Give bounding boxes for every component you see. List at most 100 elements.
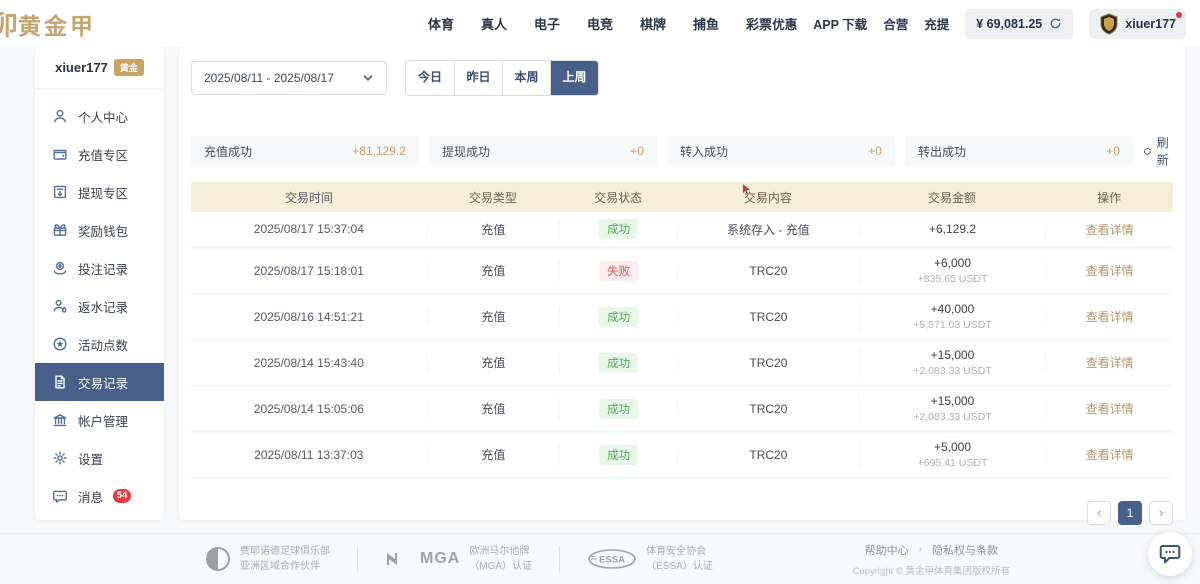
view-details-link[interactable]: 查看详情 xyxy=(1086,448,1134,462)
sidebar-item-reward-wallet[interactable]: 奖励钱包 xyxy=(35,211,164,249)
view-details-link[interactable]: 查看详情 xyxy=(1086,310,1134,324)
view-details-link[interactable]: 查看详情 xyxy=(1086,223,1134,237)
cell-type: 充值 xyxy=(427,221,560,238)
cell-amount: +15,000+2,083.33 USDT xyxy=(859,394,1046,423)
stat-label: 转出成功 xyxy=(918,143,966,160)
page-1-button[interactable]: 1 xyxy=(1118,501,1142,525)
sidebar-item-label: 活动点数 xyxy=(78,335,128,354)
prev-page-button[interactable]: ‹ xyxy=(1087,501,1111,525)
stat-label: 充值成功 xyxy=(204,143,252,160)
cell-amount: +6,129.2 xyxy=(859,222,1046,236)
cell-content: TRC20 xyxy=(677,356,859,370)
status-badge: 成功 xyxy=(599,445,638,465)
nav-lottery[interactable]: 彩票 xyxy=(746,14,772,33)
sidebar-item-deposit[interactable]: 充值专区 xyxy=(35,135,164,173)
link-deposit-withdraw[interactable]: 充提 xyxy=(924,14,949,33)
table-header: 交易时间 交易类型 交易状态 交易内容 交易金额 操作 xyxy=(191,182,1173,212)
main-panel: 2025/08/11 - 2025/08/17 今日 昨日 本周 上周 充值成功… xyxy=(179,47,1185,520)
sidebar-item-withdraw[interactable]: 提现专区 xyxy=(35,173,164,211)
customer-service-button[interactable] xyxy=(1148,532,1192,576)
privacy-terms-link[interactable]: 隐私权与条款 xyxy=(932,542,998,558)
stat-value: +0 xyxy=(868,144,882,158)
cell-time: 2025/08/14 15:43:40 xyxy=(191,356,427,370)
bet-record-icon xyxy=(52,260,68,276)
link-promos[interactable]: 优惠 xyxy=(772,14,797,33)
gift-icon xyxy=(52,222,68,238)
tab-this-week[interactable]: 本周 xyxy=(502,61,550,95)
cell-amount: +6,000+835.65 USDT xyxy=(859,256,1046,285)
cell-action: 查看详情 xyxy=(1045,308,1173,325)
document-icon xyxy=(52,374,68,390)
sidebar-username: xiuer177 xyxy=(55,60,108,75)
view-details-link[interactable]: 查看详情 xyxy=(1086,264,1134,278)
feyenoord-logo-icon xyxy=(205,546,231,572)
nav-live[interactable]: 真人 xyxy=(481,14,507,33)
sidebar-item-settings[interactable]: 设置 xyxy=(35,439,164,477)
refresh-label: 刷新 xyxy=(1157,134,1173,168)
cert-feyenoord: 费耶诺德足球俱乐部 亚洲区域合作伙伴 xyxy=(205,544,330,574)
col-action: 操作 xyxy=(1045,189,1173,206)
help-center-link[interactable]: 帮助中心 xyxy=(865,542,909,558)
link-separator: › xyxy=(919,544,922,555)
nav-fishing[interactable]: 捕鱼 xyxy=(693,14,719,33)
sidebar-item-account-management[interactable]: 帐户管理 xyxy=(35,401,164,439)
topbar-right: 优惠 APP 下载 合营 充提 ¥ 69,081.25 xiuer177 xyxy=(772,9,1186,39)
site-logo[interactable]: 卯 黄金甲 xyxy=(0,4,180,43)
username: xiuer177 xyxy=(1125,17,1176,31)
chat-bubble-icon xyxy=(1158,542,1182,566)
tab-today[interactable]: 今日 xyxy=(406,61,454,95)
nav-cards[interactable]: 棋牌 xyxy=(640,14,666,33)
cell-action: 查看详情 xyxy=(1045,400,1173,417)
table-row: 2025/08/11 13:37:03 充值 成功 TRC20 +5,000+6… xyxy=(191,433,1173,479)
message-count-badge: 54 xyxy=(113,489,131,503)
divider xyxy=(559,546,560,572)
sidebar-item-activity-points[interactable]: 活动点数 xyxy=(35,325,164,363)
sidebar-item-rebate-records[interactable]: 返水记录 xyxy=(35,287,164,325)
col-content: 交易内容 xyxy=(677,189,859,206)
cell-content: TRC20 xyxy=(677,402,859,416)
nav-slots[interactable]: 电子 xyxy=(534,14,560,33)
tab-yesterday[interactable]: 昨日 xyxy=(454,61,502,95)
wallet-icon xyxy=(52,146,68,162)
status-badge: 成功 xyxy=(599,399,638,419)
refresh-icon[interactable] xyxy=(1049,17,1062,30)
vip-level-badge: 黄金 xyxy=(114,59,144,76)
nav-esports[interactable]: 电竞 xyxy=(587,14,613,33)
sidebar-item-label: 充值专区 xyxy=(78,145,128,164)
balance-display[interactable]: ¥ 69,081.25 xyxy=(965,9,1073,39)
sidebar-item-bet-records[interactable]: 投注记录 xyxy=(35,249,164,287)
link-affiliate[interactable]: 合营 xyxy=(883,14,908,33)
cell-amount: +15,000+2,083.33 USDT xyxy=(859,348,1046,377)
sidebar-item-personal-center[interactable]: 个人中心 xyxy=(35,97,164,135)
sidebar-item-messages[interactable]: 消息 54 xyxy=(35,477,164,515)
date-range-select[interactable]: 2025/08/11 - 2025/08/17 xyxy=(191,61,387,95)
link-app-download[interactable]: APP 下载 xyxy=(813,14,867,33)
next-page-button[interactable]: › xyxy=(1149,501,1173,525)
cell-content: TRC20 xyxy=(677,264,859,278)
nav-sports[interactable]: 体育 xyxy=(428,14,454,33)
refresh-button[interactable]: 刷新 xyxy=(1143,134,1173,168)
view-details-link[interactable]: 查看详情 xyxy=(1086,402,1134,416)
view-details-link[interactable]: 查看详情 xyxy=(1086,356,1134,370)
balance-amount: ¥ 69,081.25 xyxy=(976,17,1042,31)
cell-content: TRC20 xyxy=(677,310,859,324)
tab-last-week[interactable]: 上周 xyxy=(550,61,598,95)
person-icon xyxy=(52,108,68,124)
mga-logo-icon xyxy=(385,550,407,568)
sidebar-item-label: 个人中心 xyxy=(78,107,128,126)
cell-amount: +5,000+695.41 USDT xyxy=(859,440,1046,469)
shield-avatar-icon xyxy=(1099,13,1119,35)
col-amount: 交易金额 xyxy=(859,189,1046,206)
user-menu[interactable]: xiuer177 xyxy=(1089,9,1186,39)
sidebar-item-transaction-records[interactable]: 交易记录 xyxy=(35,363,164,401)
cert-text: 欧洲马尔他牌 （MGA）认证 xyxy=(469,544,532,574)
top-bar: 卯 黄金甲 体育 真人 电子 电竞 棋牌 捕鱼 彩票 优惠 APP 下载 合营 … xyxy=(0,0,1200,47)
cell-action: 查看详情 xyxy=(1045,221,1173,238)
notification-dot xyxy=(1176,12,1182,18)
gear-icon xyxy=(52,450,68,466)
rebate-icon xyxy=(52,298,68,314)
stat-transfer-in-success: 转入成功 +0 xyxy=(667,136,895,166)
sidebar-item-label: 交易记录 xyxy=(78,373,128,392)
refresh-icon xyxy=(1143,145,1152,158)
sidebar: xiuer177 黄金 个人中心 充值专区 提现专区 奖励钱包 投注记录 xyxy=(35,47,164,520)
